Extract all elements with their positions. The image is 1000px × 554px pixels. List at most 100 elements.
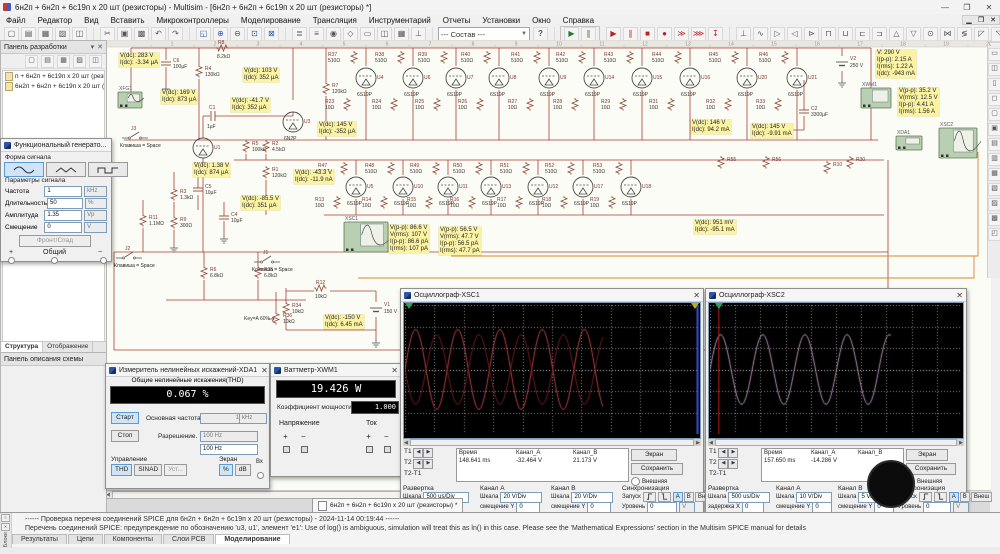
t1-left-icon[interactable]: ◀ <box>413 448 424 458</box>
spreadsheet-tab[interactable]: Компоненты <box>103 534 162 544</box>
menu-item[interactable]: Установки <box>476 15 526 26</box>
control-mode-button[interactable]: SINAD <box>134 464 163 476</box>
trigger-edge-rising-icon[interactable] <box>918 492 932 502</box>
panel-pin-icon[interactable]: ▾ <box>91 43 95 51</box>
save-icon[interactable]: ▦ <box>57 54 70 68</box>
xsc1-scrollbar[interactable]: ◀ ▶ <box>403 439 701 446</box>
menu-item[interactable]: Вид <box>78 15 104 26</box>
timebase-xpos-input[interactable]: 0 <box>742 501 765 513</box>
control-mode-button[interactable]: THD <box>111 464 133 476</box>
menu-item[interactable]: Инструментарий <box>363 15 437 26</box>
menu-item[interactable]: Окно <box>526 15 557 26</box>
trigger-source-button[interactable]: B <box>959 492 970 502</box>
display-mode-button[interactable]: dB <box>234 464 251 476</box>
xsc2-scrollbar[interactable]: ◀ ▶ <box>708 439 964 446</box>
save-button[interactable]: Сохранить <box>631 463 683 475</box>
in-use-list[interactable]: --- Состав --- ▼ <box>438 27 530 41</box>
panel-close-icon[interactable]: ✕ <box>97 43 103 51</box>
menu-item[interactable]: Справка <box>557 15 600 26</box>
cursor-t1-marker[interactable] <box>715 303 723 309</box>
trigger-source-button[interactable]: B <box>683 492 694 502</box>
xsc2-titlebar[interactable]: Осциллограф-XSC2 ✕ <box>706 289 966 302</box>
trigger-edge-falling-icon[interactable] <box>657 492 671 502</box>
channel-a-ypos-input[interactable]: 0 <box>812 501 833 513</box>
logic-converter-icon[interactable]: ▦ <box>988 168 1000 181</box>
t2-right-icon[interactable]: ▶ <box>728 459 739 469</box>
spreadsheet-tab[interactable]: Моделирование <box>215 534 290 544</box>
oscilloscope-icon[interactable]: ◻ <box>988 93 1000 106</box>
square-wave-button[interactable] <box>88 162 128 177</box>
t2-left-icon[interactable]: ◀ <box>718 459 729 469</box>
xwm1-close-icon[interactable]: ✕ <box>387 366 398 375</box>
t1-right-icon[interactable]: ▶ <box>423 448 434 458</box>
menu-item[interactable]: Вставить <box>105 15 151 26</box>
t1-right-icon[interactable]: ▶ <box>728 448 739 458</box>
print-preview-icon[interactable]: ◫ <box>89 54 102 68</box>
four-channel-scope-icon[interactable]: ▢ <box>988 108 1000 121</box>
bode-plotter-icon[interactable]: ▣ <box>988 123 1000 136</box>
fundamental-freq-input[interactable]: 1 <box>200 413 242 424</box>
open-icon[interactable]: ▤ <box>41 54 54 68</box>
distortion-analyzer-icon[interactable]: ▩ <box>988 213 1000 226</box>
function-generator-icon[interactable]: ◫ <box>988 63 1000 76</box>
document-tab[interactable]: 6н2п + 6н2п + 6с19п х 20 шт (резисторы) … <box>312 498 464 512</box>
t1-left-icon[interactable]: ◀ <box>718 448 729 458</box>
trigger-edge-falling-icon[interactable] <box>933 492 947 502</box>
current-minus-terminal[interactable] <box>384 446 391 453</box>
control-mode-button[interactable]: Уст... <box>164 464 187 476</box>
input-terminal[interactable] <box>257 472 264 479</box>
mdi-minimize-button[interactable]: ▁ <box>963 16 975 24</box>
electromechanical-icon[interactable]: ◹ <box>991 26 1000 42</box>
save-button[interactable]: Сохранить <box>906 463 956 475</box>
menu-item[interactable]: Отчеты <box>437 15 477 26</box>
spreadsheet-tab[interactable]: Результаты <box>12 534 67 544</box>
xda1-titlebar[interactable]: Измеритель нелинейных искажений-XDA1 ✕ <box>106 364 269 377</box>
trigger-source-button[interactable]: Внеш <box>970 492 993 502</box>
wattmeter-icon[interactable]: ▯ <box>988 78 1000 91</box>
menu-item[interactable]: Файл <box>0 15 32 26</box>
new-icon[interactable]: ▢ <box>25 54 38 68</box>
triangle-wave-button[interactable] <box>46 162 86 177</box>
menu-item[interactable]: Трансляция <box>307 15 363 26</box>
t2-left-icon[interactable]: ◀ <box>413 459 424 469</box>
trigger-level-input[interactable]: 0 <box>647 501 678 513</box>
menu-item[interactable]: Моделирование <box>235 15 307 26</box>
mdi-close-button[interactable]: ✕ <box>987 16 999 24</box>
reverse-button[interactable]: Экран <box>906 449 948 461</box>
menu-item[interactable]: Микроконтроллеры <box>151 15 235 26</box>
resolution-select[interactable]: 100 Hz <box>200 431 258 442</box>
xda1-close-icon[interactable]: ✕ <box>257 366 268 375</box>
trigger-source-button[interactable]: A <box>948 492 959 502</box>
fgen-param-input[interactable]: 0 <box>44 221 83 233</box>
spreadsheet-tab[interactable]: Слои PCB <box>163 534 215 544</box>
start-button[interactable]: Старт <box>111 412 139 424</box>
mdi-restore-button[interactable]: ❐ <box>975 16 987 24</box>
word-generator-icon[interactable]: ▥ <box>988 153 1000 166</box>
multimeter-icon[interactable]: ▭ <box>988 48 1000 61</box>
stop-button[interactable]: Стоп <box>111 430 139 442</box>
current-plus-terminal[interactable] <box>366 446 373 453</box>
display-mode-button[interactable]: % <box>219 464 233 476</box>
spectrum-analyzer-icon[interactable]: ◰ <box>988 228 1000 241</box>
rise-fall-button[interactable]: Фронт/Спад <box>19 235 91 247</box>
xsc2-screen[interactable] <box>708 302 964 439</box>
voltage-minus-terminal[interactable] <box>301 446 308 453</box>
trigger-source-button[interactable]: A <box>672 492 683 502</box>
voltage-plus-terminal[interactable] <box>283 446 290 453</box>
xsc2-close-icon[interactable]: ✕ <box>952 291 963 300</box>
cursor-t1-marker[interactable] <box>405 303 413 309</box>
menu-item[interactable]: Редактор <box>32 15 78 26</box>
spreadsheet-tab[interactable]: Цепи <box>67 534 103 544</box>
plus-terminal[interactable] <box>8 257 15 264</box>
print-icon[interactable]: ▨ <box>73 54 86 68</box>
fgen-param-input[interactable]: 1.35 <box>44 209 83 221</box>
logic-analyzer-icon[interactable]: ▧ <box>988 183 1000 196</box>
reverse-button[interactable]: Экран <box>631 449 677 461</box>
channel-a-ypos-input[interactable]: 0 <box>516 501 541 513</box>
design-tree-item[interactable]: 6н2п + 6н2п + 6с19п х 20 шт (ре <box>3 81 104 91</box>
fgen-titlebar[interactable]: Функциональный генерато...✕ <box>1 139 111 152</box>
sine-wave-button[interactable] <box>4 162 44 177</box>
iv-analyzer-icon[interactable]: ▨ <box>988 198 1000 211</box>
xsc1-screen[interactable] <box>403 302 701 439</box>
channel-b-ypos-input[interactable]: 0 <box>587 501 612 513</box>
